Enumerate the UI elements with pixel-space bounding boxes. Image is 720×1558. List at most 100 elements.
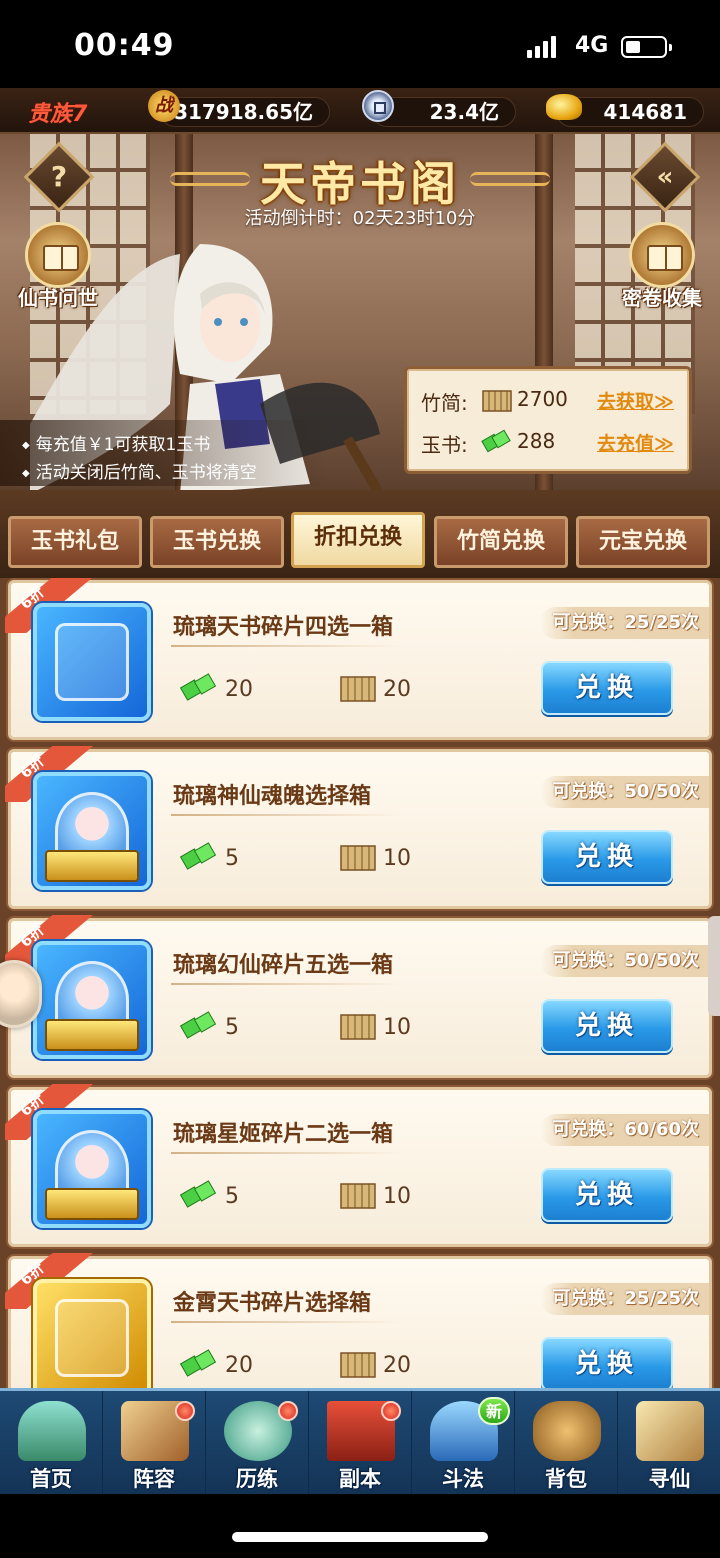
power-icon: 战 (148, 90, 180, 122)
notification-dot (381, 1401, 401, 1421)
item-name: 琉璃天书碎片四选一箱 (173, 615, 394, 640)
exchange-limit: 可兑换：50/50次 (540, 776, 709, 808)
vip-level[interactable]: 贵族7 (28, 96, 87, 128)
divider (171, 645, 401, 647)
exchange-button[interactable]: 兑换 (541, 661, 673, 715)
screen: { "status_bar": { "time": "00:49", "netw… (0, 0, 720, 1558)
chest-icon (45, 1188, 139, 1220)
event-notes: 每充值￥1可获取1玉书 活动关闭后竹简、玉书将清空 (0, 420, 330, 486)
exchange-button[interactable]: 兑换 (541, 1337, 673, 1388)
list-item: 6折 金霄天书碎片选择箱 可兑换：25/25次 20 20 兑换 (8, 1256, 712, 1388)
jade-book-icon (179, 1180, 217, 1208)
divider (171, 1321, 401, 1323)
notification-dot (175, 1401, 195, 1421)
tab-jade-gift[interactable]: 玉书礼包 (8, 516, 142, 568)
gold-ingot-icon (546, 94, 582, 120)
currency-panel: 竹简: 2700 去获取≫ 玉书: 288 去充值≫ (404, 366, 692, 474)
exchange-button[interactable]: 兑换 (541, 1168, 673, 1222)
jade-label: 玉书: (421, 433, 468, 457)
bag-icon (533, 1401, 601, 1461)
jade-count: 288 (517, 429, 556, 453)
signal-icon (527, 36, 556, 58)
item-name: 琉璃幻仙碎片五选一箱 (173, 953, 394, 978)
jade-book-icon (179, 1349, 217, 1377)
jade-book-icon (179, 1011, 217, 1039)
bamboo-row: 竹简: 2700 去获取≫ (421, 383, 685, 419)
jade-book-icon (481, 429, 511, 453)
divider (171, 983, 401, 985)
immortal-book-button[interactable]: 仙书问世 (8, 222, 108, 311)
list-item: 6折 琉璃神仙魂魄选择箱 可兑换：50/50次 5 10 兑换 (8, 749, 712, 909)
list-item: 6折 琉璃星姬碎片二选一箱 可兑换：60/60次 5 10 兑换 (8, 1087, 712, 1247)
bamboo-label: 竹简: (421, 391, 468, 415)
scroll-icon (629, 222, 695, 288)
bamboo-slip-icon (340, 1183, 376, 1209)
item-name: 琉璃星姬碎片二选一箱 (173, 1122, 394, 1147)
title-ornament (470, 172, 550, 186)
gold-value: 414681 (603, 100, 688, 124)
exchange-button[interactable]: 兑换 (541, 830, 673, 884)
bamboo-slip-icon (340, 1352, 376, 1378)
home-indicator-area (0, 1494, 720, 1558)
coin-value: 23.4亿 (429, 100, 499, 124)
tab-jade-exchange[interactable]: 玉书兑换 (150, 516, 284, 568)
jade-book-icon (179, 842, 217, 870)
bamboo-slip-icon (482, 390, 512, 412)
item-icon[interactable] (33, 941, 151, 1059)
nav-bag[interactable]: 背包 (515, 1391, 618, 1497)
side-drawer-handle[interactable] (708, 916, 720, 1016)
jade-row: 玉书: 288 去充值≫ (421, 425, 685, 461)
chest-icon (45, 1019, 139, 1051)
list-item: 6折 琉璃天书碎片四选一箱 可兑换：25/25次 20 20 兑换 (8, 580, 712, 740)
item-icon[interactable] (33, 603, 151, 721)
chevron-left-icon: « (656, 162, 674, 192)
tab-bamboo-exchange[interactable]: 竹简兑换 (434, 516, 568, 568)
nav-training[interactable]: 历练 (206, 1391, 309, 1497)
question-icon: ? (50, 160, 68, 193)
exchange-limit: 可兑换：25/25次 (540, 607, 709, 639)
power-display: 317918.65亿 (160, 97, 330, 127)
bamboo-slip-icon (340, 845, 376, 871)
gift-bag-icon (55, 623, 129, 701)
clock: 00:49 (74, 28, 175, 63)
bamboo-count: 2700 (517, 387, 568, 411)
exchange-button[interactable]: 兑换 (541, 999, 673, 1053)
gift-bag-icon (55, 1299, 129, 1377)
tab-bar: 玉书礼包 玉书兑换 折扣兑换 竹简兑换 元宝兑换 (0, 490, 720, 578)
exchange-limit: 可兑换：50/50次 (540, 945, 709, 977)
bamboo-slip-icon (340, 676, 376, 702)
home-indicator[interactable] (232, 1532, 488, 1542)
note-recharge: 每充值￥1可获取1玉书 (22, 430, 211, 455)
event-banner: 天帝书阁 活动倒计时：02天23时10分 ? « 仙书问世 密卷收集 每充值￥1… (0, 134, 720, 490)
tab-ingot-exchange[interactable]: 元宝兑换 (576, 516, 710, 568)
divider (171, 1152, 401, 1154)
recharge-link[interactable]: 去充值≫ (597, 429, 674, 456)
tab-discount-exchange[interactable]: 折扣兑换 (291, 512, 425, 568)
nav-dungeon[interactable]: 副本 (309, 1391, 412, 1497)
status-bar: 00:49 4G (0, 0, 720, 88)
scroll-icon (636, 1401, 704, 1461)
nav-seek-immortal[interactable]: 寻仙 (618, 1391, 720, 1497)
title-area: 天帝书阁 (170, 148, 550, 211)
get-bamboo-link[interactable]: 去获取≫ (597, 387, 674, 414)
exchange-limit: 可兑换：25/25次 (540, 1283, 709, 1315)
divider (171, 814, 401, 816)
copper-coin-icon (362, 90, 394, 122)
bottom-nav: 首页 阵容 历练 副本 新 斗法 背包 寻仙 (0, 1388, 720, 1497)
resource-bar: 贵族7 317918.65亿 战 23.4亿 414681 (0, 88, 720, 134)
exchange-list[interactable]: 6折 琉璃天书碎片四选一箱 可兑换：25/25次 20 20 兑换 6折 琉璃神… (0, 578, 720, 1388)
book-icon (25, 222, 91, 288)
exchange-limit: 可兑换：60/60次 (540, 1114, 709, 1146)
nav-battle[interactable]: 新 斗法 (412, 1391, 515, 1497)
secret-scroll-button[interactable]: 密卷收集 (612, 222, 712, 311)
item-icon[interactable] (33, 1279, 151, 1388)
nav-lineup[interactable]: 阵容 (103, 1391, 206, 1497)
network-label: 4G (575, 33, 609, 58)
bamboo-slip-icon (340, 1014, 376, 1040)
battery-icon (621, 36, 672, 58)
item-icon[interactable] (33, 772, 151, 890)
item-icon[interactable] (33, 1110, 151, 1228)
chest-icon (45, 850, 139, 882)
nav-home[interactable]: 首页 (0, 1391, 103, 1497)
new-badge: 新 (478, 1397, 510, 1425)
